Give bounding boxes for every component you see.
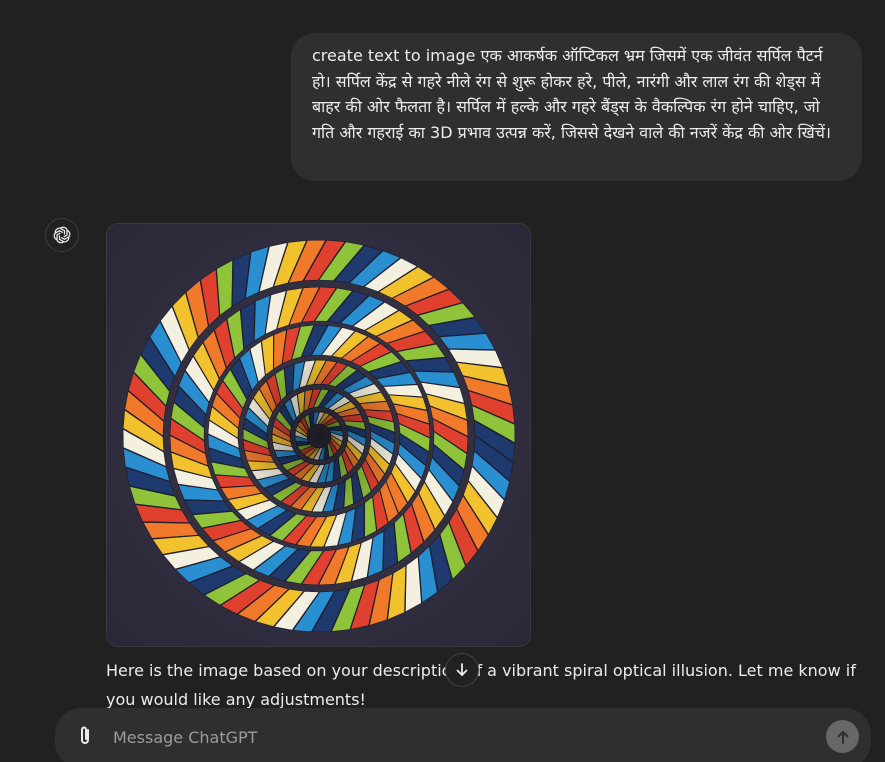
assistant-message-text: Here is the image based on your descript… [106, 661, 856, 709]
message-input[interactable] [111, 723, 715, 751]
attach-button[interactable] [73, 724, 97, 748]
arrow-down-icon [456, 663, 468, 676]
spiral-illusion-graphic [107, 224, 530, 646]
paperclip-icon [81, 726, 89, 744]
user-message-text: create text to image एक आकर्षक ऑप्टिकल भ… [312, 46, 831, 142]
generated-spiral-image[interactable] [106, 223, 531, 647]
chat-page: create text to image एक आकर्षक ऑप्टिकल भ… [0, 0, 885, 762]
message-composer [55, 708, 871, 762]
openai-logo-icon [53, 226, 71, 244]
send-button[interactable] [826, 720, 859, 753]
scroll-to-bottom-button[interactable] [445, 653, 479, 687]
user-message-bubble: create text to image एक आकर्षक ऑप्टिकल भ… [291, 33, 862, 181]
assistant-avatar [45, 218, 79, 252]
arrow-up-icon [837, 730, 848, 744]
